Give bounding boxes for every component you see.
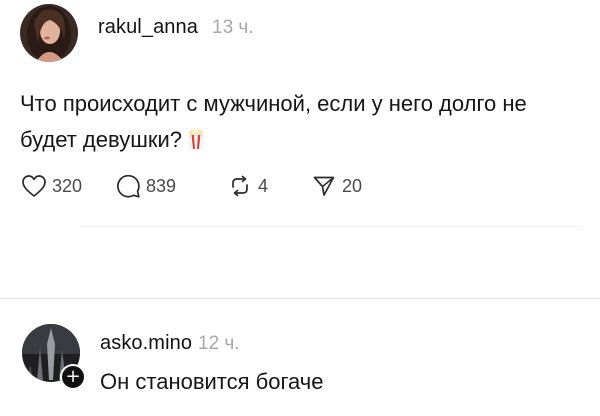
repost-button[interactable]: 4 — [226, 172, 310, 200]
reply-timestamp: 12 ч. — [198, 333, 240, 354]
follow-plus-icon[interactable]: + — [60, 364, 86, 390]
send-icon — [310, 172, 338, 200]
post-actions: 320 839 4 20 — [20, 172, 390, 200]
reply-text: Он становится богаче — [100, 369, 324, 394]
post-text-content: Что происходит с мужчиной, если у него д… — [20, 91, 527, 152]
post-divider-light — [80, 226, 580, 227]
heart-icon — [20, 172, 48, 200]
like-button[interactable]: 320 — [20, 172, 114, 200]
repost-icon — [226, 172, 254, 200]
comment-bubble-icon — [114, 172, 142, 200]
comment-count: 839 — [146, 175, 177, 196]
reply-author-username[interactable]: asko.mino — [100, 332, 192, 355]
like-count: 320 — [52, 175, 83, 196]
post-text: Что происходит с мужчиной, если у него д… — [20, 86, 540, 161]
author-avatar[interactable] — [20, 4, 78, 62]
repost-count: 4 — [258, 175, 269, 196]
post-timestamp: 13 ч. — [212, 17, 254, 38]
author-username[interactable]: rakul_anna — [98, 16, 198, 39]
share-count: 20 — [342, 175, 363, 196]
share-button[interactable]: 20 — [310, 172, 390, 200]
popcorn-icon — [188, 125, 204, 161]
comment-button[interactable]: 839 — [114, 172, 226, 200]
post-divider — [0, 298, 600, 299]
